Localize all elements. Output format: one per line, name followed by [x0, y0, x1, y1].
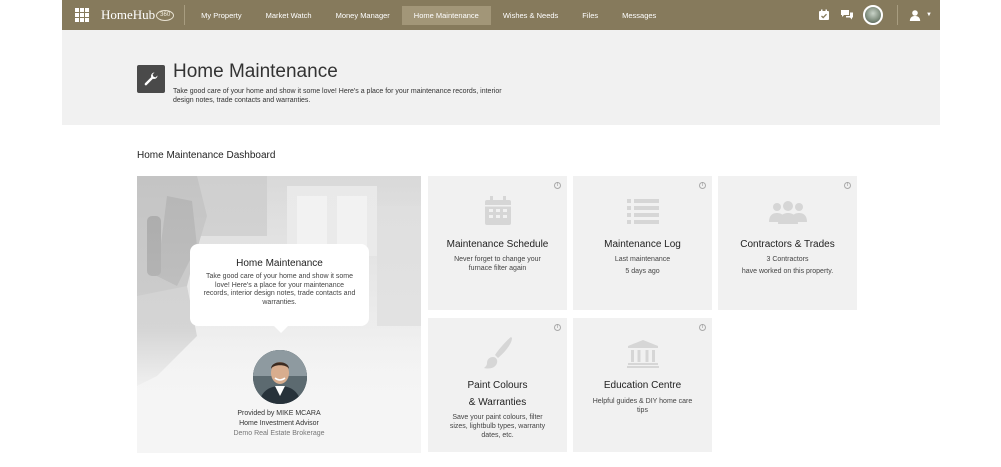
top-nav-bar: HomeHub 360 My Property Market Watch Mon…	[62, 0, 940, 30]
nav-divider-right	[897, 5, 899, 25]
nav-item-wishes-needs[interactable]: Wishes & Needs	[491, 6, 570, 25]
nav-right-controls: ▼	[813, 0, 940, 30]
info-icon[interactable]: i	[844, 182, 851, 189]
person-icon[interactable]	[909, 9, 921, 21]
dashboard-title: Home Maintenance Dashboard	[137, 150, 276, 161]
tile-description: Last maintenance	[614, 256, 671, 263]
tile-description: Never forget to change your furnace filt…	[454, 256, 541, 272]
agent-brokerage: Demo Real Estate Brokerage	[233, 430, 325, 437]
info-icon[interactable]: i	[554, 182, 561, 189]
homehub-logo[interactable]: HomeHub 360	[101, 7, 175, 23]
tile-maintenance-log[interactable]: i Maintenance Log Last maintenance 5 day…	[573, 176, 712, 310]
page-title: Home Maintenance	[173, 61, 338, 82]
agent-provided-by: Provided by MIKE MCARA	[237, 410, 321, 417]
main-nav: My Property Market Watch Money Manager H…	[189, 0, 668, 30]
user-avatar[interactable]	[863, 5, 884, 25]
bubble-title: Home Maintenance	[236, 258, 323, 269]
nav-item-messages[interactable]: Messages	[610, 6, 668, 25]
tile-maintenance-schedule[interactable]: i Maintenance Schedule Never forget to c…	[428, 176, 567, 310]
hero-card: Home Maintenance Take good care of your …	[137, 176, 421, 453]
tile-title: Education Centre	[603, 380, 682, 391]
bubble-text: Take good care of your home and show it …	[203, 273, 356, 306]
wrench-icon	[137, 65, 165, 93]
tile-title: Paint Colours	[467, 380, 528, 391]
agent-role: Home Investment Advisor	[239, 420, 319, 427]
tile-title: Maintenance Schedule	[446, 239, 549, 250]
tile-description: Save your paint colours, filter sizes, l…	[449, 414, 546, 439]
agent-info: Provided by MIKE MCARA Home Investment A…	[137, 409, 421, 439]
bank-icon	[626, 340, 659, 373]
people-icon	[768, 200, 808, 229]
tile-education-centre[interactable]: i Education Centre Helpful guides & DIY …	[573, 318, 712, 452]
info-icon[interactable]: i	[554, 324, 561, 331]
page-description: Take good care of your home and show it …	[173, 88, 502, 104]
info-icon[interactable]: i	[699, 182, 706, 189]
tile-title-line-2: & Warranties	[468, 397, 527, 408]
app-grid-icon[interactable]	[75, 8, 89, 22]
info-bubble: Home Maintenance Take good care of your …	[190, 244, 369, 333]
nav-item-files[interactable]: Files	[570, 6, 610, 25]
tile-contractors-trades[interactable]: i Contractors & Trades 3 Contractors hav…	[718, 176, 857, 310]
tile-description-secondary: have worked on this property.	[741, 268, 834, 275]
tile-description: 3 Contractors	[766, 256, 809, 263]
logo-badge: 360	[156, 9, 175, 21]
nav-item-market-watch[interactable]: Market Watch	[254, 6, 324, 25]
tile-title: Contractors & Trades	[740, 239, 835, 250]
calendar-icon	[484, 196, 512, 231]
list-icon	[626, 198, 659, 229]
paintbrush-icon	[483, 336, 513, 375]
nav-item-home-maintenance[interactable]: Home Maintenance	[401, 5, 491, 25]
chat-icon[interactable]	[840, 9, 854, 21]
info-icon[interactable]: i	[699, 324, 706, 331]
agent-photo	[253, 350, 307, 404]
nav-item-my-property[interactable]: My Property	[189, 6, 253, 25]
caret-down-icon[interactable]: ▼	[926, 12, 932, 18]
logo-text: HomeHub	[101, 7, 156, 22]
tile-description-secondary: 5 days ago	[625, 268, 660, 275]
page-header: Home Maintenance Take good care of your …	[62, 30, 940, 125]
calendar-check-icon[interactable]	[818, 9, 830, 21]
nav-item-money-manager[interactable]: Money Manager	[324, 6, 402, 25]
nav-divider	[184, 5, 186, 25]
tile-description: Helpful guides & DIY home care tips	[592, 398, 693, 414]
tile-title: Maintenance Log	[604, 239, 681, 250]
tile-paint-colours-warranties[interactable]: i Paint Colours & Warranties Save your p…	[428, 318, 567, 452]
